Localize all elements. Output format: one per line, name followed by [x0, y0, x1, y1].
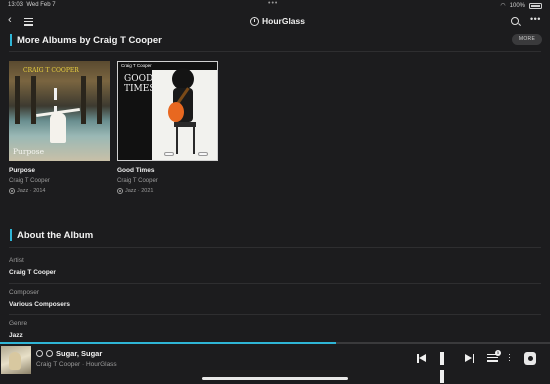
more-options-icon[interactable]: ••• — [530, 14, 541, 24]
more-albums-title: More Albums by Craig T Cooper — [17, 34, 162, 46]
album-artist: Craig T Cooper — [9, 178, 50, 184]
hourglass-logo-icon — [250, 16, 259, 26]
section-accent-bar — [10, 34, 12, 46]
pause-overlay-icon[interactable] — [54, 87, 64, 118]
about-album-header: About the Album — [10, 229, 93, 241]
top-bar: ‹ HourGlass ••• — [0, 12, 550, 32]
album-title[interactable]: Purpose — [9, 167, 111, 174]
album-cover-good-times[interactable]: Craig T Cooper GOOD TIMES — [117, 61, 218, 161]
queue-icon[interactable]: 5 — [487, 350, 501, 363]
previous-track-icon[interactable] — [417, 354, 426, 363]
cd-icon — [117, 188, 123, 194]
album-title[interactable]: Good Times — [117, 167, 219, 174]
divider — [9, 283, 541, 284]
album-card-good-times[interactable]: Craig T Cooper GOOD TIMES Good Times Cra… — [117, 61, 219, 194]
divider — [9, 247, 541, 248]
cover-word: GOOD TIMES — [124, 74, 156, 94]
status-time: 13:03 Wed Feb 7 — [8, 2, 56, 8]
divider — [9, 51, 541, 52]
back-chevron-icon[interactable]: ‹ — [8, 14, 12, 26]
field-value[interactable]: Craig T Cooper — [9, 269, 56, 276]
battery-percent: 100% — [509, 2, 525, 9]
home-indicator[interactable] — [202, 377, 348, 380]
output-device-icon[interactable] — [524, 352, 536, 365]
queue-count-badge: 5 — [495, 350, 501, 356]
next-track-icon[interactable] — [465, 354, 474, 363]
field-value[interactable]: Jazz — [9, 332, 27, 339]
now-playing-subtitle: Craig T Cooper · HourGlass — [36, 361, 117, 368]
wifi-icon: ◠ — [500, 3, 506, 9]
field-genre: Genre Jazz — [9, 320, 27, 339]
hourglass-source-icon — [36, 350, 43, 357]
album-meta: Jazz · 2021 — [117, 188, 219, 194]
field-label: Genre — [9, 320, 28, 327]
about-album-title: About the Album — [17, 229, 94, 241]
app-name: HourGlass — [262, 16, 305, 26]
album-cover-purpose[interactable]: CRAIG T COOPER Purpose — [9, 61, 110, 161]
status-bar: 13:03 Wed Feb 7 ••• ◠ 100% — [0, 0, 550, 10]
multitasking-dots-icon[interactable]: ••• — [268, 0, 278, 7]
cover-word: Purpose — [13, 147, 45, 156]
status-right: ◠ 100% — [500, 2, 542, 9]
app-brand[interactable]: HourGlass — [250, 16, 305, 26]
battery-icon — [529, 2, 542, 9]
guitar-graphic — [168, 102, 184, 122]
album-card-purpose[interactable]: CRAIG T COOPER Purpose Purpose Craig T C… — [9, 61, 111, 194]
album-artist: Craig T Cooper — [117, 178, 158, 184]
now-playing-title[interactable]: Sugar, Sugar — [56, 349, 102, 358]
menu-icon[interactable] — [24, 18, 33, 26]
cover-caption: Craig T Cooper — [121, 63, 152, 68]
field-value[interactable]: Various Composers — [9, 301, 70, 308]
cd-icon — [9, 188, 15, 194]
album-genre-year: Jazz · 2021 — [125, 188, 154, 194]
player-more-icon[interactable]: · · · — [508, 350, 512, 365]
divider — [9, 314, 541, 315]
section-accent-bar — [10, 229, 12, 241]
album-genre-year: Jazz · 2014 — [17, 188, 46, 194]
field-label: Composer — [9, 289, 39, 296]
album-meta: Jazz · 2014 — [9, 188, 111, 194]
cover-caption: CRAIG T COOPER — [23, 67, 79, 74]
cover-figure — [50, 113, 66, 143]
pause-button-icon[interactable] — [440, 352, 452, 383]
field-artist: Artist Craig T Cooper — [9, 257, 56, 276]
more-button[interactable]: MORE — [512, 34, 542, 45]
search-icon[interactable] — [511, 17, 519, 25]
now-playing-title-row: Sugar, Sugar — [36, 349, 102, 358]
more-albums-header: More Albums by Craig T Cooper — [10, 34, 162, 46]
cd-icon — [46, 350, 53, 357]
field-label: Artist — [9, 257, 24, 264]
now-playing-artwork[interactable] — [1, 346, 31, 374]
field-composer: Composer Various Composers — [9, 289, 70, 308]
